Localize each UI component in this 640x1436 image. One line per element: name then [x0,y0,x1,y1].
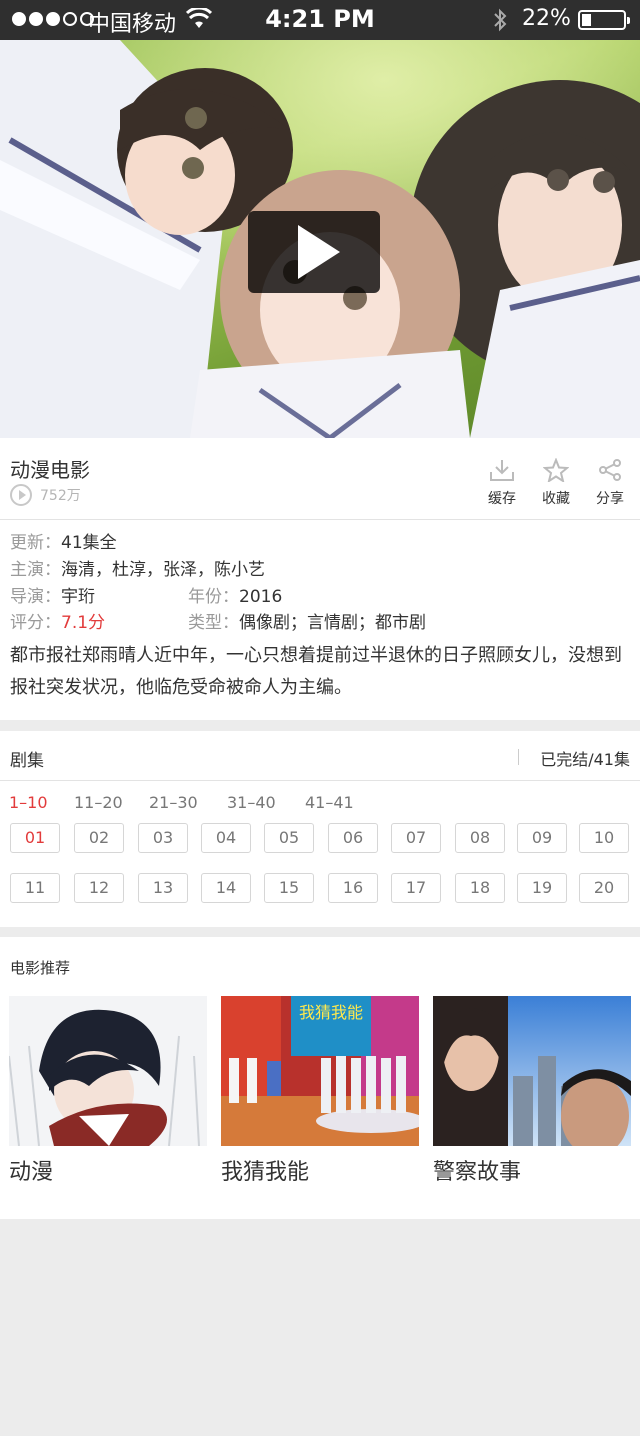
director-label: 导演： [10,587,61,607]
episode-button[interactable]: 18 [455,873,505,903]
genre-value: 偶像剧；言情剧；都市剧 [239,613,426,633]
episode-range-tab[interactable]: 31–40 [227,793,276,812]
episode-range-tab[interactable]: 11–20 [74,793,123,812]
year-value: 2016 [239,587,283,607]
episode-range-tab[interactable]: 1–10 [9,793,48,812]
episode-button[interactable]: 16 [328,873,378,903]
recommend-card-title: 警察故事 [433,1160,522,1185]
update-label: 更新： [10,533,61,553]
recommend-card[interactable]: 动漫 [9,996,207,1186]
year-info: 年份：2016 [188,582,282,607]
episodes-panel: 剧集 已完结/41集 1–10 11–20 21–30 31–40 41–41 01 02… [0,731,640,927]
rating-label: 评分： [10,613,61,633]
divider [518,749,519,765]
share-button[interactable]: 分享 [590,458,630,508]
recommend-thumbnail [9,996,207,1146]
share-icon [599,459,621,481]
play-icon [298,225,340,279]
episode-button[interactable]: 09 [517,823,567,853]
rating-info: 评分：7.1分 [10,608,105,633]
episode-button[interactable]: 04 [201,823,251,853]
episode-range-tabs: 1–10 11–20 21–30 31–40 41–41 [0,793,640,813]
episode-range-tab[interactable]: 41–41 [305,793,354,812]
cast-label: 主演： [10,560,61,580]
battery-icon [578,10,630,30]
recommend-panel: 电影推荐 动漫 我猜我能 我猜我能 警察故事 [0,937,640,1219]
recommend-card-title: 我猜我能 [221,1160,310,1185]
episode-button[interactable]: 07 [391,823,441,853]
video-player[interactable] [0,40,640,438]
episode-button[interactable]: 11 [10,873,60,903]
description: 都市报社郑雨晴人近中年，一心只想着提前过半退休的日子照顾女儿，没想到报社突发状况… [10,645,622,698]
director-info: 导演：宇珩 [10,582,95,607]
episode-button[interactable]: 14 [201,873,251,903]
recommend-card[interactable]: 警察故事 [433,996,631,1186]
episode-button[interactable]: 12 [74,873,124,903]
episodes-status: 已完结/41集 [540,750,630,769]
video-title: 动漫电影 [10,458,90,482]
episode-button[interactable]: 03 [138,823,188,853]
view-count: 752万 [10,484,81,506]
share-label: 分享 [596,491,624,507]
battery-percentage: 22% [522,6,571,31]
genre-label: 类型： [188,613,239,633]
episode-button[interactable]: 15 [264,873,314,903]
cache-button[interactable]: 缓存 [482,458,522,508]
episode-button[interactable]: 19 [517,873,567,903]
update-info: 更新：41集全 [10,528,117,553]
favorite-button[interactable]: 收藏 [536,458,576,508]
svg-text:我猜我能: 我猜我能 [299,1003,363,1022]
recommend-title: 电影推荐 [10,959,71,977]
recommend-card-title: 动漫 [9,1160,54,1185]
bluetooth-icon [492,8,508,36]
status-bar: 中国移动 4:21 PM 22% [0,0,640,40]
episodes-header: 剧集 已完结/41集 [0,731,640,781]
cache-label: 缓存 [488,491,516,507]
genre-info: 类型：偶像剧；言情剧；都市剧 [188,608,426,633]
update-value: 41集全 [61,533,117,553]
cast-value: 海清，杜淳，张泽，陈小艺 [61,560,265,580]
star-icon [543,458,569,482]
episode-button[interactable]: 05 [264,823,314,853]
episodes-title: 剧集 [10,751,44,771]
episode-button[interactable]: 06 [328,823,378,853]
rating-value: 7.1分 [61,613,106,633]
episode-button[interactable]: 02 [74,823,124,853]
episode-button[interactable]: 10 [579,823,629,853]
episode-range-tab[interactable]: 21–30 [149,793,198,812]
recommend-thumbnail [433,996,631,1146]
favorite-label: 收藏 [542,491,570,507]
play-button[interactable] [248,211,380,293]
director-value: 宇珩 [61,587,95,607]
episode-button[interactable]: 08 [455,823,505,853]
play-count-icon [10,484,32,506]
cast-info: 主演：海清，杜淳，张泽，陈小艺 [10,555,265,580]
view-count-value: 752万 [40,488,81,504]
year-label: 年份： [188,587,239,607]
episode-button[interactable]: 01 [10,823,60,853]
episode-button[interactable]: 17 [391,873,441,903]
episode-button[interactable]: 20 [579,873,629,903]
action-bar: 缓存 收藏 分享 [482,458,630,508]
recommend-card[interactable]: 我猜我能 我猜我能 [221,996,419,1186]
download-icon [490,460,514,481]
video-info-panel: 动漫电影 752万 缓存 收藏 分享 更新：41集全 主演：海清，杜淳，张泽，陈… [0,438,640,720]
episode-button[interactable]: 13 [138,873,188,903]
divider [0,519,640,520]
recommend-thumbnail: 我猜我能 [221,996,419,1146]
